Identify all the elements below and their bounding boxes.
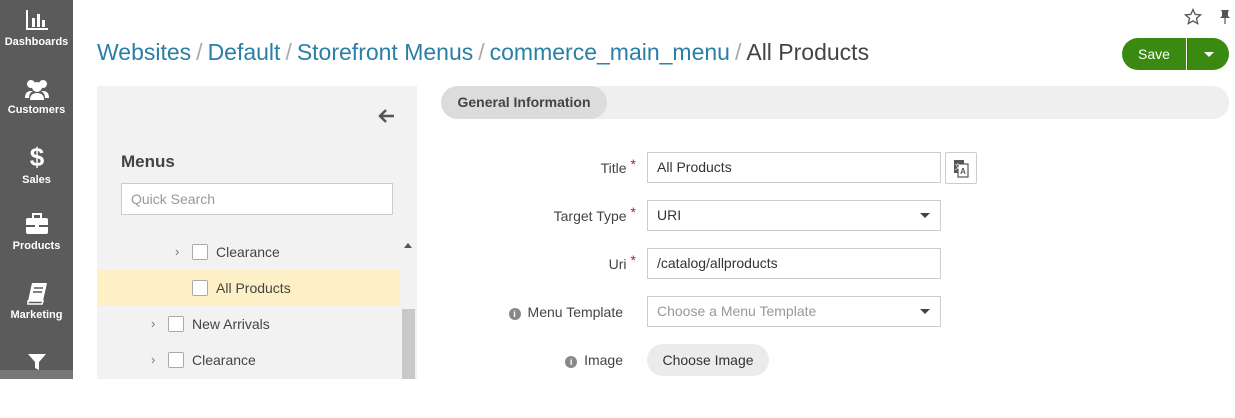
title-label: Title * xyxy=(520,156,636,176)
tree-item-all-products[interactable]: All Products xyxy=(97,270,400,306)
quick-search-input[interactable] xyxy=(121,183,393,215)
image-label-text: Image xyxy=(584,352,623,368)
tree-item-clearance[interactable]: › Clearance xyxy=(97,234,400,270)
target-type-label: Target Type * xyxy=(520,204,636,224)
scroll-up-icon[interactable] xyxy=(404,243,412,248)
dashboards-icon xyxy=(25,10,48,30)
arrow-left-icon[interactable] xyxy=(378,108,396,124)
uri-label: Uri * xyxy=(520,252,636,272)
tree-item-clearance[interactable]: › Clearance xyxy=(97,342,400,378)
nav-item-customers[interactable]: Customers xyxy=(0,76,73,144)
nav-item-products[interactable]: Products xyxy=(0,212,73,280)
nav-label-sales: Sales xyxy=(22,174,51,186)
chevron-right-icon[interactable]: › xyxy=(151,353,161,367)
breadcrumb-link-storefront-menus[interactable]: Storefront Menus xyxy=(297,39,473,65)
tree-scrollbar[interactable] xyxy=(400,234,417,379)
target-type-select[interactable]: URI xyxy=(647,200,941,231)
save-button[interactable]: Save xyxy=(1122,38,1186,70)
target-type-label-text: Target Type xyxy=(553,208,627,224)
funnel-icon xyxy=(27,354,46,370)
tree-item-checkbox[interactable] xyxy=(192,280,208,296)
required-mark: * xyxy=(630,204,636,220)
briefcase-icon xyxy=(25,213,48,234)
breadcrumb-link-default[interactable]: Default xyxy=(208,39,281,65)
tree-item-checkbox[interactable] xyxy=(168,352,184,368)
target-type-value: URI xyxy=(657,207,682,223)
svg-text:文: 文 xyxy=(955,162,962,171)
breadcrumb: Websites / Default / Storefront Menus / commer… xyxy=(97,37,869,67)
menu-tree: › Clearance All Products › New Arrivals … xyxy=(97,234,400,379)
scrollbar-thumb[interactable] xyxy=(402,309,415,379)
nav-item-marketing[interactable]: Marketing xyxy=(0,281,73,349)
menu-template-label-text: Menu Template xyxy=(527,304,623,320)
title-field[interactable]: All Products xyxy=(647,152,941,183)
main-navigation: Dashboards Customers $ Sales Products Ma… xyxy=(0,0,73,379)
dollar-icon: $ xyxy=(29,144,44,170)
nav-label-customers: Customers xyxy=(7,104,66,116)
breadcrumb-separator: / xyxy=(478,39,485,65)
page-title: All Products xyxy=(746,39,870,65)
menu-template-placeholder: Choose a Menu Template xyxy=(657,303,817,319)
uri-label-text: Uri xyxy=(608,256,627,272)
required-mark: * xyxy=(630,156,636,172)
star-icon[interactable] xyxy=(1184,8,1202,26)
tree-item-checkbox[interactable] xyxy=(168,316,184,332)
breadcrumb-separator: / xyxy=(734,39,742,65)
tree-item-label: All Products xyxy=(216,280,291,296)
chevron-right-icon[interactable]: › xyxy=(151,317,161,331)
nav-scrollbar[interactable] xyxy=(0,370,73,379)
nav-item-reports[interactable] xyxy=(0,350,73,418)
info-icon[interactable]: i xyxy=(565,356,578,368)
menus-title: Menus xyxy=(121,152,175,171)
translate-button[interactable]: A 文 xyxy=(945,152,977,184)
breadcrumb-separator: / xyxy=(285,39,292,65)
choose-image-button[interactable]: Choose Image xyxy=(647,344,769,376)
tree-item-label: Clearance xyxy=(216,244,280,260)
customers-icon xyxy=(24,80,49,100)
nav-label-marketing: Marketing xyxy=(10,309,63,321)
nav-label-dashboards: Dashboards xyxy=(4,36,69,48)
menu-template-label: i Menu Template xyxy=(480,304,623,320)
image-label: i Image xyxy=(540,352,623,368)
tree-item-new-arrivals[interactable]: › New Arrivals xyxy=(97,306,400,342)
tab-general-information[interactable]: General Information xyxy=(441,86,607,119)
required-mark: * xyxy=(630,252,636,268)
tree-item-label: New Arrivals xyxy=(192,316,270,332)
uri-field[interactable]: /catalog/allproducts xyxy=(647,248,941,279)
info-icon[interactable]: i xyxy=(508,308,521,320)
nav-item-dashboards[interactable]: Dashboards xyxy=(0,8,73,76)
title-label-text: Title xyxy=(600,160,627,176)
nav-item-sales[interactable]: $ Sales xyxy=(0,144,73,212)
save-options-dropdown-button[interactable] xyxy=(1187,38,1229,70)
nav-label-products: Products xyxy=(12,240,61,252)
chevron-right-icon[interactable]: › xyxy=(175,245,185,259)
svg-text:$: $ xyxy=(29,144,44,170)
breadcrumb-link-websites[interactable]: Websites xyxy=(97,39,191,65)
breadcrumb-link-commerce-main-menu[interactable]: commerce_main_menu xyxy=(490,39,730,65)
tree-item-label: Clearance xyxy=(192,352,256,368)
breadcrumb-separator: / xyxy=(196,39,203,65)
tree-item-checkbox[interactable] xyxy=(192,244,208,260)
pin-icon[interactable] xyxy=(1216,8,1234,26)
translate-icon: A 文 xyxy=(954,160,969,178)
book-icon xyxy=(26,283,47,305)
menu-template-select[interactable]: Choose a Menu Template xyxy=(647,296,941,327)
